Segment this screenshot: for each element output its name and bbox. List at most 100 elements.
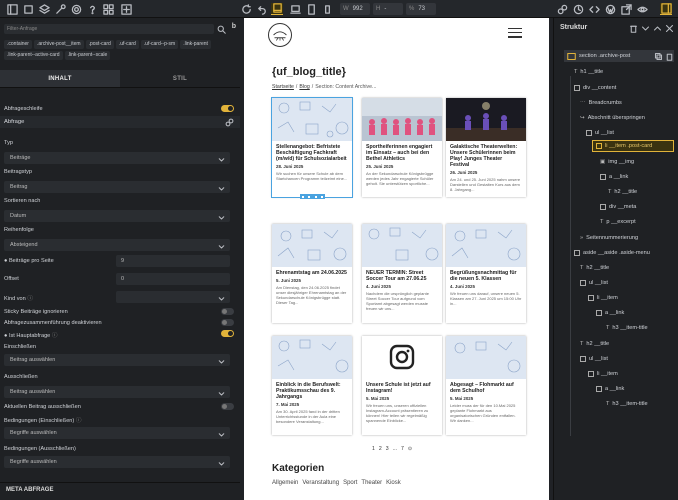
cond-include-select[interactable]: Begriffe auswählen — [4, 427, 230, 439]
tree-node-content[interactable]: div __content — [574, 82, 616, 94]
collapse-icon[interactable] — [653, 24, 662, 33]
meta-query-header[interactable]: META ABFRAGE — [0, 482, 240, 496]
desktop-breakpoint-icon[interactable] — [271, 3, 283, 15]
post-card[interactable]: Abgesagt – Flohmarkt auf dem Schulhof 5.… — [446, 336, 526, 435]
code-icon[interactable] — [588, 3, 600, 15]
panel-icon[interactable] — [6, 3, 18, 15]
school-logo[interactable] — [268, 23, 292, 47]
per-page-input[interactable]: 9 — [116, 255, 230, 267]
tree-node-skip-section[interactable]: ↪ Abschnitt überspringen — [580, 112, 645, 124]
tree-node-section[interactable]: section .archive-post — [564, 50, 674, 62]
class-chip[interactable]: .post-card — [85, 40, 114, 49]
brush-icon[interactable] — [54, 3, 66, 15]
tree-node-link[interactable]: a __link — [600, 171, 628, 183]
stack-icon[interactable] — [38, 3, 50, 15]
refresh-icon[interactable] — [240, 3, 252, 15]
post-type-select[interactable]: Beitrag — [4, 181, 230, 193]
tree-node-img[interactable]: ▣ img __img — [600, 156, 634, 168]
close-panel-icon[interactable] — [665, 24, 674, 33]
tree-node-li-item[interactable]: li __item — [588, 292, 618, 304]
query-loop-toggle[interactable] — [221, 105, 234, 112]
class-chip[interactable]: .link-parent — [180, 40, 211, 49]
width-input[interactable]: W 992 — [340, 3, 370, 15]
tree-node-ul-list[interactable]: ul __list — [586, 127, 614, 139]
tab-style[interactable]: STIL — [120, 70, 240, 87]
class-chip[interactable]: .container — [4, 40, 32, 49]
height-input[interactable]: H- — [373, 3, 403, 15]
tab-content[interactable]: INHALT — [0, 70, 120, 87]
layers-icon[interactable] — [22, 3, 34, 15]
page-link[interactable]: 7 — [401, 446, 404, 452]
b-icon[interactable]: b — [232, 23, 236, 30]
preview-icon[interactable] — [636, 3, 648, 15]
zoom-input[interactable]: % 73 — [406, 3, 436, 15]
next-page-icon[interactable]: ⊙ — [408, 446, 412, 452]
class-chip[interactable]: .archive-post__item — [33, 40, 84, 49]
tree-node-meta[interactable]: div __meta — [600, 201, 636, 213]
query-link-icon[interactable] — [225, 118, 234, 127]
order-select[interactable]: Absteigend — [4, 239, 230, 251]
post-card[interactable]: Begrüßungsnachmittag für die neuen 5. Kl… — [446, 224, 526, 323]
class-chip[interactable]: .uf-card--p-sm — [140, 40, 179, 49]
menu-icon[interactable] — [508, 28, 522, 41]
mobile-icon[interactable] — [321, 3, 333, 15]
cond-exclude-select[interactable]: Begriffe auswählen — [4, 456, 230, 468]
category-link[interactable]: Sport — [343, 480, 357, 486]
tablet-icon[interactable] — [305, 3, 317, 15]
grid-icon[interactable] — [102, 3, 114, 15]
order-by-select[interactable]: Datum — [4, 210, 230, 222]
merge-toggle[interactable] — [221, 319, 234, 326]
structure-panel-icon[interactable] — [660, 3, 672, 15]
tree-node-h1-title[interactable]: Th1 __title — [574, 66, 603, 78]
gear-icon[interactable] — [70, 3, 82, 15]
class-chip[interactable]: .link-parent--scale — [64, 51, 111, 60]
type-select[interactable]: Beiträge — [4, 152, 230, 164]
offset-input[interactable]: 0 — [116, 273, 230, 285]
breadcrumb-home[interactable]: Startseite — [272, 84, 294, 90]
tree-node-h2-title[interactable]: Th2 __title — [608, 186, 637, 198]
breadcrumb-blog[interactable]: Blog — [299, 84, 309, 90]
main-query-toggle[interactable] — [221, 330, 234, 337]
css-search-icon[interactable] — [217, 25, 226, 34]
laptop-icon[interactable] — [289, 3, 301, 15]
question-icon[interactable] — [86, 3, 98, 15]
post-card[interactable]: Stellenangebot: Befristete Beschäftigung… — [271, 97, 353, 199]
kind-input[interactable] — [116, 291, 230, 303]
tree-node-excerpt[interactable]: Tp __excerpt — [600, 216, 636, 228]
class-chip[interactable]: .link-parent--active-card — [4, 51, 63, 60]
tree-node-post-card[interactable]: li __item .post-card — [592, 140, 674, 152]
post-card[interactable]: Ehrenamtstag am 24.06.2025 5. Juni 2025 … — [272, 224, 352, 323]
exclude-current-toggle[interactable] — [221, 403, 234, 410]
sticky-toggle[interactable] — [221, 308, 234, 315]
tree-node-link[interactable]: a __link — [596, 307, 624, 319]
page-link[interactable]: 3 — [386, 446, 389, 452]
post-card[interactable]: Sportheiferinnen engagiert im Einsatz – … — [362, 98, 442, 197]
page-link[interactable]: 1 — [372, 446, 375, 452]
category-link[interactable]: Allgemein — [272, 480, 298, 486]
class-chip[interactable]: .uf-card — [115, 40, 139, 49]
external-link-icon[interactable] — [620, 3, 632, 15]
tree-node-li-item[interactable]: li __item — [588, 368, 618, 380]
include-select[interactable]: Beitrag auswählen — [4, 354, 230, 366]
tree-node-h3-item-title[interactable]: Th3 __item-title — [606, 322, 648, 334]
expand-icon[interactable] — [641, 24, 650, 33]
undo-icon[interactable] — [256, 3, 268, 15]
post-card[interactable]: NEUER TERMIN: Street Soccer Tour am 27.0… — [362, 224, 442, 323]
tree-node-ul-list[interactable]: ul __list — [580, 353, 608, 365]
tree-node-h3-item-title[interactable]: Th3 __item-title — [606, 398, 648, 410]
trash-icon[interactable] — [629, 24, 638, 33]
category-link[interactable]: Theater — [361, 480, 382, 486]
category-link[interactable]: Kiosk — [386, 480, 401, 486]
history-icon[interactable] — [572, 3, 584, 15]
post-card[interactable]: Einblick in die Berufswelt: Praktikumssc… — [272, 336, 352, 435]
class-search-input[interactable]: Filter-Anfrage — [4, 24, 214, 34]
tree-node-aside[interactable]: aside __aside .aside-menu — [574, 247, 650, 259]
tree-node-breadcrumbs[interactable]: ⋯ Breadcrumbs — [580, 97, 622, 109]
exclude-select[interactable]: Beitrag auswählen — [4, 386, 230, 398]
link-icon[interactable] — [556, 3, 568, 15]
category-link[interactable]: Veranstaltung — [302, 480, 339, 486]
tree-node-ul-list[interactable]: ul __list — [580, 277, 608, 289]
post-card[interactable]: Galaktische Theaterwelten: Unsere Schüle… — [446, 98, 526, 197]
wordpress-icon[interactable] — [604, 3, 616, 15]
tree-node-link[interactable]: a __link — [596, 383, 624, 395]
